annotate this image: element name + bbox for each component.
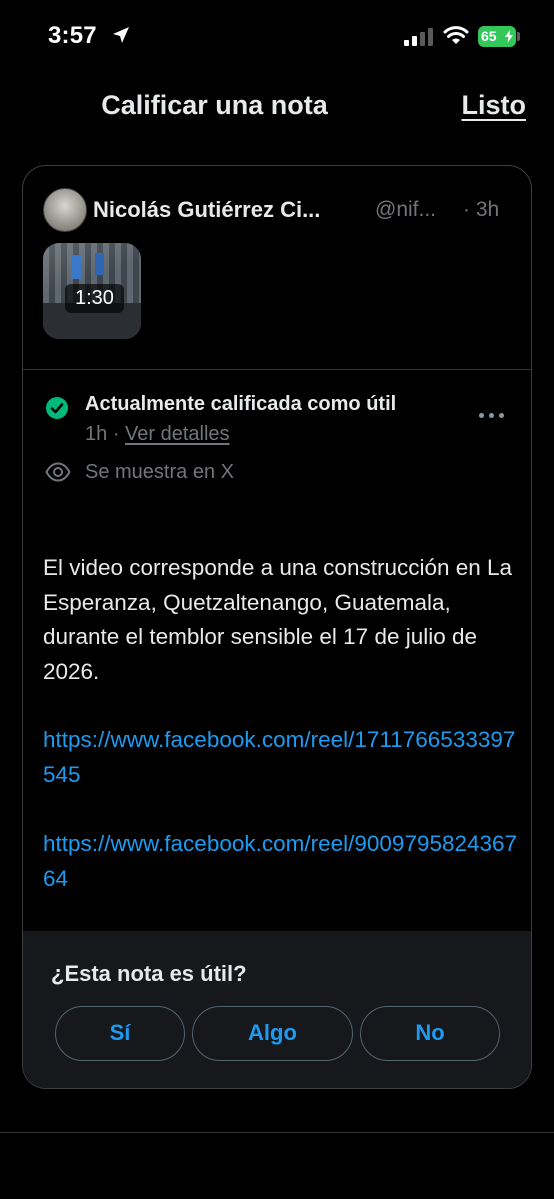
view-details-link[interactable]: Ver detalles (125, 423, 230, 445)
note-meta: 1h · Ver detalles (85, 423, 230, 446)
meta-separator: · (112, 423, 120, 445)
post-time: · 3h (463, 198, 500, 221)
location-arrow-icon (113, 27, 129, 43)
avatar[interactable] (43, 188, 87, 232)
note-body: El video corresponde a una construcción … (43, 555, 513, 684)
cellular-signal-icon (404, 28, 433, 46)
author-handle: @nif... (375, 198, 437, 221)
video-thumbnail[interactable]: 1:30 (43, 243, 141, 339)
note-link[interactable]: https://www.facebook.com/reel/9009795824… (43, 827, 523, 896)
shown-on-x: Se muestra en X (85, 461, 234, 483)
note-status: Actualmente calificada como útil (85, 393, 397, 415)
note-card: Nicolás Gutiérrez Ci... @nif... · 3h 1:3… (22, 165, 532, 1089)
note-age: 1h (85, 423, 108, 445)
eye-icon (45, 462, 71, 482)
battery-icon: 65 (478, 26, 516, 47)
rating-panel: ¿Esta nota es útil? Sí Algo No (23, 931, 531, 1088)
wifi-icon (443, 26, 469, 44)
battery-tip (517, 32, 520, 41)
rate-yes-button[interactable]: Sí (55, 1006, 185, 1061)
rate-no-button[interactable]: No (360, 1006, 500, 1061)
status-bar: 3:57 65 (0, 0, 554, 72)
post-preview[interactable]: Nicolás Gutiérrez Ci... @nif... · 3h 1:3… (23, 166, 531, 370)
thumbnail-figure (95, 253, 104, 275)
done-button[interactable]: Listo (462, 90, 527, 121)
status-time: 3:57 (48, 22, 97, 49)
check-circle-icon (46, 397, 68, 419)
thumbnail-figure (71, 255, 81, 279)
rate-somewhat-button[interactable]: Algo (192, 1006, 353, 1061)
video-duration: 1:30 (65, 284, 124, 313)
more-icon[interactable] (479, 410, 507, 422)
author-name: Nicolás Gutiérrez Ci... (93, 197, 321, 222)
bottom-divider (0, 1132, 554, 1133)
battery-level: 65 (481, 28, 497, 44)
note-link[interactable]: https://www.facebook.com/reel/1711766533… (43, 723, 523, 792)
rating-question: ¿Esta nota es útil? (51, 961, 247, 986)
page-title-text: Calificar una nota (101, 90, 328, 120)
